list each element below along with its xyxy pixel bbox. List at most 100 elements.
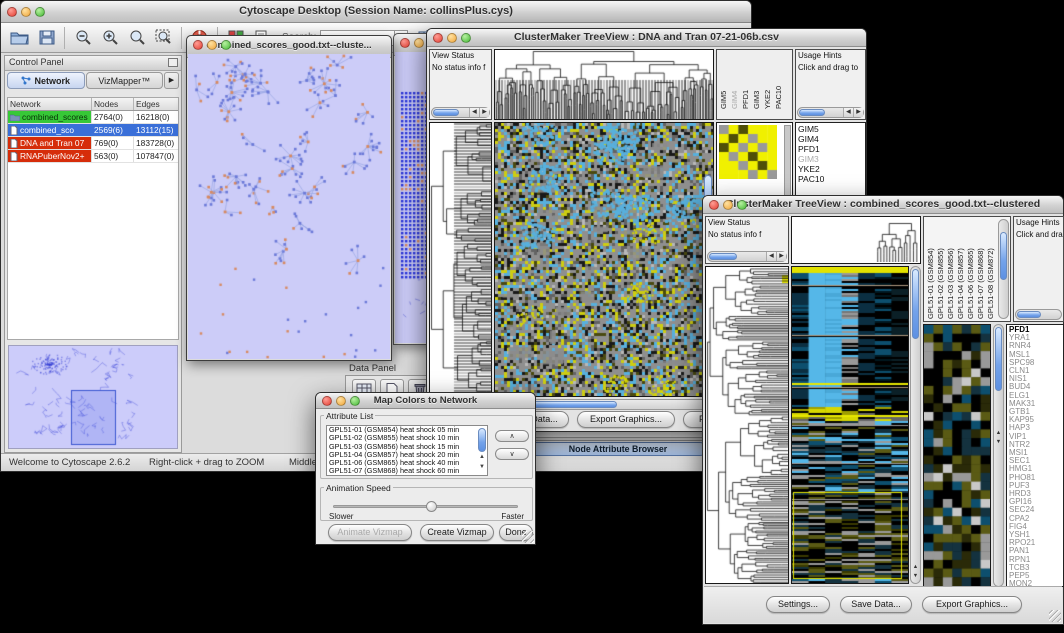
close-icon[interactable] (400, 38, 410, 48)
column-header[interactable]: Nodes (92, 98, 134, 110)
scroll-up-icon[interactable]: ▲ (994, 429, 1003, 437)
vertical-scrollbar[interactable] (478, 428, 486, 452)
open-folder-icon[interactable] (6, 25, 33, 50)
scroll-right-icon[interactable]: ▶ (479, 108, 489, 117)
maximize-icon[interactable] (221, 40, 231, 50)
scroll-left-icon[interactable]: ◀ (469, 108, 479, 117)
gene-label[interactable]: PEP5 (1009, 572, 1063, 580)
network-overview-thumbnail[interactable] (8, 345, 178, 449)
scroll-right-icon[interactable]: ▶ (853, 108, 863, 117)
resize-grip[interactable] (522, 531, 534, 543)
horizontal-scrollbar[interactable]: ◀ ▶ (707, 251, 787, 262)
horizontal-scrollbar[interactable]: ◀ ▶ (797, 107, 864, 118)
maximize-icon[interactable] (461, 33, 471, 43)
horizontal-scrollbar[interactable] (1015, 309, 1062, 320)
scroll-right-icon[interactable]: ▶ (776, 252, 786, 261)
minimize-icon[interactable] (21, 7, 31, 17)
animate-vizmap-button[interactable]: Animate Vizmap (328, 524, 412, 541)
gene-label[interactable]: PFD1 (1009, 326, 1063, 334)
minimize-icon[interactable] (336, 396, 346, 406)
scroll-up-icon[interactable]: ▲ (477, 454, 487, 461)
gene-label[interactable]: YRA1 (1009, 334, 1063, 342)
maximize-icon[interactable] (35, 7, 45, 17)
gene-label[interactable]: ELG1 (1009, 392, 1063, 400)
gene-label[interactable]: PFD1 (798, 144, 865, 154)
column-header[interactable]: Network (8, 98, 92, 110)
gene-label[interactable]: PAN1 (1009, 547, 1063, 555)
settings-button[interactable]: Settings... (766, 596, 830, 613)
create-vizmap-button[interactable]: Create Vizmap (420, 524, 494, 541)
attribute-list-item[interactable]: GPL51-02 (GSM855) heat shock 10 min (327, 434, 487, 442)
table-row-selected[interactable]: combined_sco 2569(6) 13112(15) (8, 124, 178, 137)
gene-label[interactable]: BUD4 (1009, 383, 1063, 391)
gene-label[interactable]: GPI16 (1009, 498, 1063, 506)
save-icon[interactable] (33, 25, 60, 50)
gene-label[interactable]: PUF3 (1009, 482, 1063, 490)
gene-label[interactable]: SPC98 (1009, 359, 1063, 367)
network-table-header[interactable]: NetworkNodesEdges (8, 98, 178, 111)
attribute-list-item[interactable]: GPL51-06 (GSM865) heat shock 40 min (327, 459, 487, 467)
gene-label[interactable]: CPA2 (1009, 515, 1063, 523)
table-row[interactable]: combined_scores 2764(0) 16218(0) (8, 111, 178, 124)
heatmap-main[interactable] (494, 122, 714, 397)
gene-label[interactable]: RNR4 (1009, 342, 1063, 350)
close-icon[interactable] (193, 40, 203, 50)
gene-label[interactable]: GIM4 (798, 134, 865, 144)
zoom-fit-icon[interactable] (150, 25, 177, 50)
main-titlebar[interactable]: Cytoscape Desktop (Session Name: collins… (1, 1, 751, 23)
gene-label[interactable]: PAC10 (798, 174, 865, 184)
slider-thumb[interactable] (426, 501, 437, 512)
zoom-out-icon[interactable] (69, 25, 96, 50)
animation-speed-slider[interactable] (333, 505, 518, 508)
horizontal-scrollbar[interactable]: ◀ ▶ (431, 107, 490, 118)
minimize-icon[interactable] (207, 40, 217, 50)
minimize-icon[interactable] (723, 200, 733, 210)
attribute-list-item[interactable]: GPL51-07 (GSM868) heat shock 60 min (327, 467, 487, 475)
vertical-scrollbar[interactable]: ▲ ▼ (910, 266, 921, 584)
resize-grip[interactable] (1049, 610, 1061, 622)
gene-label[interactable]: SEC24 (1009, 506, 1063, 514)
tv1-titlebar[interactable]: ClusterMaker TreeView : DNA and Tran 07-… (427, 29, 866, 47)
dialog-titlebar[interactable]: Map Colors to Network (316, 393, 535, 409)
column-dendrogram-area[interactable] (791, 216, 921, 264)
tv2-titlebar[interactable]: ClusterMaker TreeView : combined_scores_… (703, 196, 1063, 214)
gene-label[interactable]: RPN1 (1009, 556, 1063, 564)
close-icon[interactable] (322, 396, 332, 406)
gene-label[interactable]: HMG1 (1009, 465, 1063, 473)
gene-label[interactable]: TCB3 (1009, 564, 1063, 572)
close-icon[interactable] (433, 33, 443, 43)
move-up-button[interactable]: ∧ (495, 430, 529, 442)
gene-label[interactable]: HRD3 (1009, 490, 1063, 498)
zoom-in-icon[interactable] (96, 25, 123, 50)
maximize-icon[interactable] (350, 396, 360, 406)
scroll-down-icon[interactable]: ▼ (911, 572, 920, 580)
gene-label[interactable]: MSI1 (1009, 449, 1063, 457)
scroll-left-icon[interactable]: ◀ (843, 108, 853, 117)
save-data-button[interactable]: Save Data... (840, 596, 912, 613)
scroll-down-icon[interactable]: ▼ (477, 464, 487, 471)
export-graphics-button[interactable]: Export Graphics... (922, 596, 1022, 613)
heatmap-main[interactable] (791, 266, 909, 584)
network1-canvas[interactable] (188, 54, 390, 359)
close-icon[interactable] (7, 7, 17, 17)
minimize-icon[interactable] (447, 33, 457, 43)
column-dendrogram[interactable] (494, 49, 714, 120)
gene-label[interactable]: GIM5 (798, 124, 865, 134)
vertical-scrollbar[interactable] (998, 219, 1009, 319)
scroll-down-icon[interactable]: ▼ (994, 438, 1003, 446)
export-graphics-button[interactable]: Export Graphics... (577, 411, 675, 428)
table-row[interactable]: RNAPuberNov2+ 563(0) 107847(0) (8, 150, 178, 163)
gene-label[interactable]: VIP1 (1009, 433, 1063, 441)
heatmap-zoom-detail[interactable] (923, 324, 991, 587)
gene-label[interactable]: CLN1 (1009, 367, 1063, 375)
minimize-icon[interactable] (414, 38, 424, 48)
float-panel-icon[interactable] (168, 58, 178, 67)
row-dendrogram[interactable] (429, 122, 492, 397)
vertical-scrollbar[interactable]: ▲ ▼ (993, 324, 1004, 587)
zoom-selected-icon[interactable] (123, 25, 150, 50)
gene-label[interactable]: KAP95 (1009, 416, 1063, 424)
gene-label[interactable]: YSH1 (1009, 531, 1063, 539)
move-down-button[interactable]: ∨ (495, 448, 529, 460)
gene-label[interactable]: HAP3 (1009, 424, 1063, 432)
gene-label[interactable]: RPO21 (1009, 539, 1063, 547)
